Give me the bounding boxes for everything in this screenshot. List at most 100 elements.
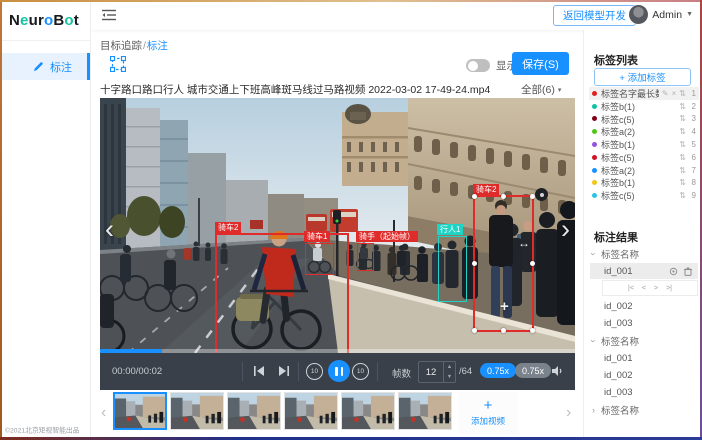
video-thumbnail[interactable] xyxy=(341,392,395,430)
bounding-box-tool-icon[interactable] xyxy=(110,56,126,77)
locate-icon[interactable] xyxy=(669,267,678,276)
replay-10-button[interactable]: 10 xyxy=(306,363,323,380)
user-menu[interactable]: Admin ▼ xyxy=(629,5,693,24)
result-item[interactable]: id_003 xyxy=(590,315,698,331)
tag-label: 标签a(2) xyxy=(601,164,676,177)
step-up-icon[interactable]: ▲ xyxy=(444,362,455,372)
last-frame-icon[interactable]: >| xyxy=(666,285,672,292)
resize-handle[interactable] xyxy=(472,194,477,199)
annotation-box[interactable]: 行人1 xyxy=(438,236,467,302)
show-annotation-switch[interactable] xyxy=(466,59,490,72)
video-thumbnail[interactable] xyxy=(170,392,224,430)
tag-label: 标签c(5) xyxy=(601,113,676,126)
speed-pill-inactive[interactable]: 0.75x xyxy=(515,363,551,378)
video-thumbnail[interactable] xyxy=(113,392,167,430)
logo-letter: e xyxy=(20,12,29,29)
next-video-chevron[interactable]: › xyxy=(561,216,570,243)
prev-frame-icon[interactable]: < xyxy=(642,285,646,292)
menu-fold-icon[interactable] xyxy=(102,8,116,26)
speed-pill-active[interactable]: 0.75x xyxy=(480,363,516,378)
sort-icon[interactable]: ⇅ xyxy=(679,102,686,111)
tag-list-item[interactable]: 标签c(5)⇅6 xyxy=(589,151,699,164)
video-thumbnail[interactable] xyxy=(284,392,338,430)
copyright-footer: ©2021北京矩视智能出品 xyxy=(5,426,80,435)
pause-button[interactable] xyxy=(328,360,350,382)
tag-list-item[interactable]: 标签a(2)⇅4 xyxy=(589,125,699,138)
tag-list-item[interactable]: 标签a(2)⇅7 xyxy=(589,164,699,177)
result-group-name: 标签名称 xyxy=(601,403,639,417)
prev-frame-button[interactable] xyxy=(253,365,266,377)
resize-handle[interactable] xyxy=(530,261,535,266)
trash-icon[interactable] xyxy=(684,267,692,276)
annotation-results-list: ›标签名称id_001|<<>>|id_002id_003›标签名称id_001… xyxy=(590,245,698,418)
next-frame-button[interactable] xyxy=(277,365,290,377)
delete-icon[interactable]: × xyxy=(672,89,677,98)
filter-dropdown[interactable]: 全部(6) ▾ xyxy=(521,82,561,97)
tag-list-item[interactable]: 标签b(1)⇅2 xyxy=(589,100,699,113)
edit-icon[interactable]: ✎ xyxy=(662,89,669,98)
strip-next-chevron[interactable]: › xyxy=(566,404,571,422)
logo-letter: o xyxy=(44,12,53,29)
tag-list-item[interactable]: 标签c(5)⇅9 xyxy=(589,189,699,202)
result-group-header[interactable]: ›标签名称 xyxy=(590,245,698,262)
frame-stepper: ▲▼ xyxy=(443,362,455,382)
logo-letter: B xyxy=(53,12,64,29)
save-button[interactable]: 保存(S) xyxy=(512,52,569,75)
result-item[interactable]: id_001 xyxy=(590,263,698,279)
result-item[interactable]: id_002 xyxy=(590,298,698,314)
tag-list-item[interactable]: 标签b(1)⇅8 xyxy=(589,177,699,190)
result-group-header[interactable]: ›标签名称 xyxy=(590,401,698,418)
tag-index: 1 xyxy=(689,89,696,98)
result-item[interactable]: id_003 xyxy=(590,384,698,400)
resize-handle[interactable] xyxy=(501,194,506,199)
volume-icon[interactable] xyxy=(551,365,564,377)
sort-icon[interactable]: ⇅ xyxy=(679,140,686,149)
breadcrumb-current[interactable]: 标注 xyxy=(147,40,168,52)
sort-icon[interactable]: ⇅ xyxy=(679,114,686,123)
sort-icon[interactable]: ⇅ xyxy=(679,89,686,98)
video-thumbnail[interactable] xyxy=(398,392,452,430)
resize-handle[interactable] xyxy=(472,328,477,333)
breadcrumb-parent[interactable]: 目标追踪 xyxy=(100,40,142,52)
video-thumbnail[interactable] xyxy=(227,392,281,430)
frame-number-input[interactable]: 12 ▲▼ xyxy=(418,361,456,383)
step-down-icon[interactable]: ▼ xyxy=(444,372,455,382)
result-item[interactable]: id_002 xyxy=(590,367,698,383)
frame-value[interactable]: 12 xyxy=(419,362,443,382)
sort-icon[interactable]: ⇅ xyxy=(679,153,686,162)
back-to-model-dev-button[interactable]: 返回模型开发 xyxy=(553,5,636,26)
sort-icon[interactable]: ⇅ xyxy=(679,178,686,187)
tag-list-item[interactable]: 标签b(1)⇅5 xyxy=(589,138,699,151)
tag-list-item[interactable]: 标签c(5)⇅3 xyxy=(589,113,699,126)
strip-prev-chevron[interactable]: ‹ xyxy=(101,404,106,422)
tag-color-dot xyxy=(592,168,597,173)
next-frame-icon[interactable]: > xyxy=(654,285,658,292)
video-progress-bar[interactable] xyxy=(100,349,575,353)
resize-handle[interactable] xyxy=(472,261,477,266)
tag-list-item[interactable]: 标签名字最长数...✎×⇅1 xyxy=(589,87,699,100)
video-canvas[interactable]: 骑车2 骑车1 骑手（起始帧） 行人1 骑车2 ↔ + ‹ › xyxy=(100,98,575,353)
add-tag-button[interactable]: + 添加标签 xyxy=(594,68,691,86)
sidebar-item-annotate[interactable]: 标注 xyxy=(0,53,90,80)
sort-icon[interactable]: ⇅ xyxy=(679,191,686,200)
sort-icon[interactable]: ⇅ xyxy=(679,166,686,175)
neurobot-logo: NeuroBot xyxy=(0,0,90,41)
resize-handle[interactable] xyxy=(530,328,535,333)
sort-icon[interactable]: ⇅ xyxy=(679,127,686,136)
breadcrumb-separator: / xyxy=(143,40,146,52)
right-panel: 标签列表 + 添加标签 标签名字最长数...✎×⇅1标签b(1)⇅2标签c(5)… xyxy=(583,30,702,440)
forward-10-button[interactable]: 10 xyxy=(352,363,369,380)
tag-color-dot xyxy=(592,116,597,121)
add-video-button[interactable]: + 添加视频 xyxy=(458,392,518,434)
tag-color-dot xyxy=(592,193,597,198)
first-frame-icon[interactable]: |< xyxy=(628,285,634,292)
annotation-box[interactable]: 骑手（起始帧） xyxy=(357,243,374,271)
resize-handle[interactable] xyxy=(501,328,506,333)
result-group-header[interactable]: ›标签名称 xyxy=(590,332,698,349)
prev-video-chevron[interactable]: ‹ xyxy=(105,216,114,243)
annotation-box[interactable]: 骑车1 xyxy=(305,243,334,275)
tag-index: 3 xyxy=(689,114,696,123)
box-control-icon[interactable] xyxy=(535,188,548,201)
player-control-bar: 00:00/00:02 10 10 帧数 12 ▲▼ /64 0.75x 0.7… xyxy=(100,353,575,390)
result-item[interactable]: id_001 xyxy=(590,350,698,366)
